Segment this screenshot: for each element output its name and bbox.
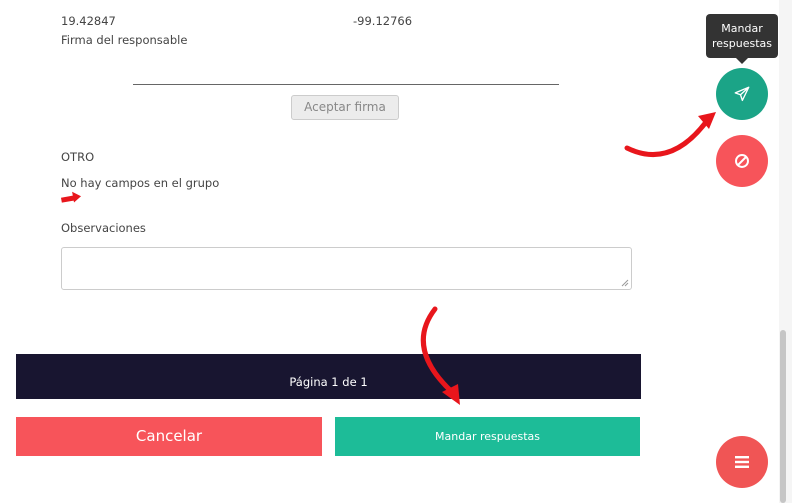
resize-grip-icon[interactable] — [621, 279, 629, 287]
send-fab-button[interactable] — [716, 68, 768, 120]
annotation-arrowhead-fab — [698, 112, 716, 129]
empty-group-text: No hay campos en el grupo — [61, 176, 220, 190]
send-responses-button[interactable]: Mandar respuestas — [335, 417, 640, 456]
signature-line[interactable] — [133, 84, 559, 85]
accept-signature-button[interactable]: Aceptar firma — [291, 95, 399, 120]
tooltip-line-1: Mandar — [721, 22, 763, 35]
group-title: OTRO — [61, 150, 95, 164]
longitude-value: -99.12766 — [353, 14, 413, 28]
tooltip-pointer — [736, 58, 748, 64]
annotation-arrow-small — [60, 191, 82, 203]
annotation-arrow-to-fab — [624, 115, 712, 157]
cancel-fab-button[interactable] — [716, 135, 768, 187]
scrollbar-thumb[interactable] — [780, 330, 786, 503]
tooltip-line-2: respuestas — [711, 37, 773, 50]
observations-label: Observaciones — [61, 221, 146, 235]
paper-plane-icon — [734, 86, 750, 102]
ban-icon — [735, 154, 749, 168]
send-tooltip: Mandar respuestas — [706, 14, 778, 58]
menu-icon — [735, 456, 749, 468]
latitude-value: 19.42847 — [61, 14, 116, 28]
cancel-button[interactable]: Cancelar — [16, 417, 322, 456]
observations-textarea[interactable] — [61, 247, 632, 290]
page-indicator: Página 1 de 1 — [16, 354, 641, 399]
signature-label: Firma del responsable — [61, 33, 188, 47]
menu-fab-button[interactable] — [716, 436, 768, 488]
